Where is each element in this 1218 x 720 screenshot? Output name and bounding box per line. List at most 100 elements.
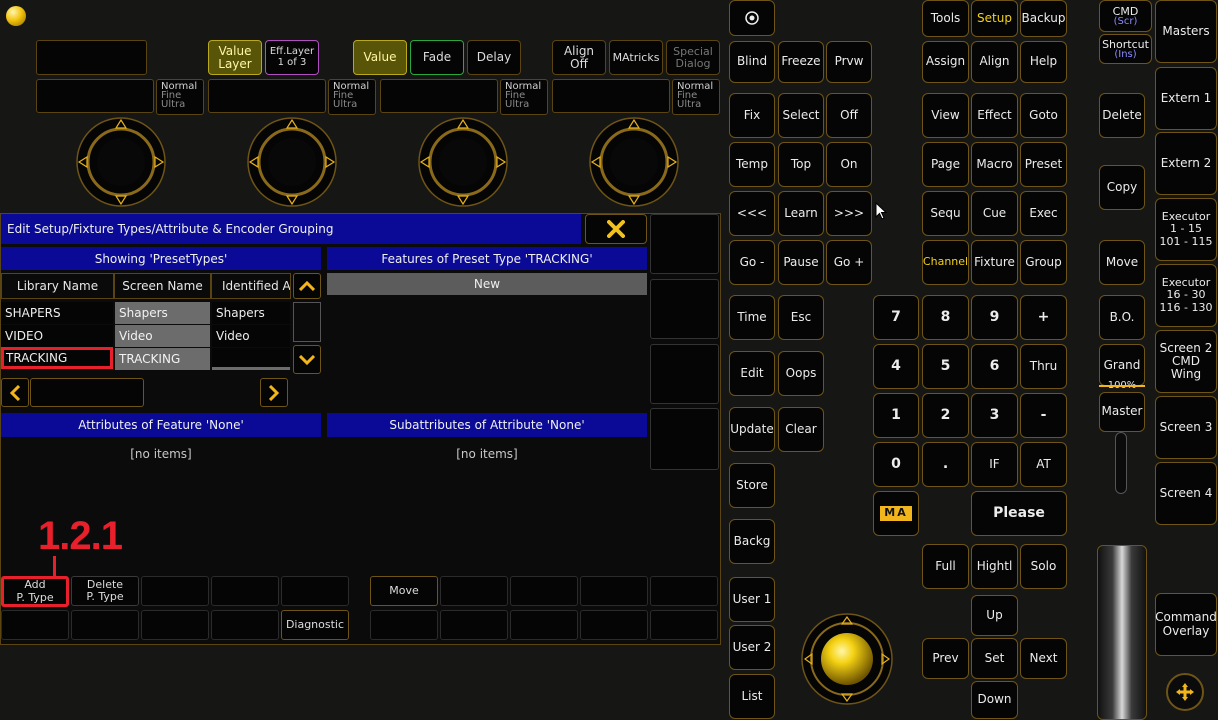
- full-key[interactable]: Full: [922, 544, 969, 589]
- table-cell[interactable]: Shapers: [212, 302, 290, 324]
- extern-2-key[interactable]: Extern 2: [1155, 132, 1217, 195]
- key-7[interactable]: 7: [873, 295, 919, 340]
- copy-key[interactable]: Copy: [1099, 165, 1145, 210]
- command-overlay-key[interactable]: Command Overlay: [1155, 593, 1217, 656]
- key-1[interactable]: 1: [873, 393, 919, 438]
- empty-button[interactable]: [71, 610, 139, 640]
- freeze-key[interactable]: Freeze: [778, 41, 824, 83]
- empty-button[interactable]: [440, 576, 508, 606]
- set-key[interactable]: Set: [971, 638, 1018, 679]
- key-dot[interactable]: .: [922, 442, 969, 487]
- screen-4-key[interactable]: Screen 4: [1155, 462, 1217, 525]
- encoder-1-resolution[interactable]: Normal Fine Ultra: [156, 79, 204, 115]
- setup-key[interactable]: Setup: [971, 0, 1018, 37]
- empty-button[interactable]: [580, 610, 648, 640]
- scroll-up-button[interactable]: [293, 273, 321, 299]
- user-2-key[interactable]: User 2: [729, 625, 775, 670]
- column-header-library-name[interactable]: Library Name: [1, 273, 114, 299]
- esc-key[interactable]: Esc: [778, 295, 824, 340]
- table-cell[interactable]: Shapers: [115, 302, 210, 324]
- matricks-button[interactable]: MAtricks: [609, 40, 663, 75]
- horizontal-scrollbar[interactable]: [30, 378, 144, 407]
- fix-key[interactable]: Fix: [729, 93, 775, 138]
- pause-key[interactable]: Pause: [778, 240, 824, 285]
- page-key[interactable]: Page: [922, 142, 969, 187]
- key-9[interactable]: 9: [971, 295, 1018, 340]
- go-minus-key[interactable]: Go -: [729, 240, 775, 285]
- tools-key[interactable]: Tools: [922, 0, 969, 37]
- screen-2-key[interactable]: Screen 2 CMD Wing: [1155, 330, 1217, 393]
- goto-key[interactable]: Goto: [1020, 93, 1067, 138]
- screen-3-key[interactable]: Screen 3: [1155, 396, 1217, 459]
- empty-button[interactable]: [211, 576, 279, 606]
- key-6[interactable]: 6: [971, 344, 1018, 389]
- top-key[interactable]: Top: [778, 142, 824, 187]
- effect-key[interactable]: Effect: [971, 93, 1018, 138]
- fade-button[interactable]: Fade: [410, 40, 464, 75]
- encoder-4-field[interactable]: [552, 79, 670, 113]
- temp-key[interactable]: Temp: [729, 142, 775, 187]
- key-4[interactable]: 4: [873, 344, 919, 389]
- update-key[interactable]: Update: [729, 407, 775, 452]
- move-handle[interactable]: [1166, 673, 1204, 711]
- ma-logo-key[interactable]: MA: [873, 491, 919, 536]
- table-cell[interactable]: Video: [115, 325, 210, 347]
- highlight-key[interactable]: Hightl: [971, 544, 1018, 589]
- thru-key[interactable]: Thru: [1020, 344, 1067, 389]
- empty-button[interactable]: [510, 576, 578, 606]
- effect-layer-button[interactable]: Eff.Layer 1 of 3: [265, 40, 319, 75]
- go-plus-key[interactable]: Go +: [826, 240, 872, 285]
- cmd-button[interactable]: CMD (Scr): [1099, 0, 1152, 32]
- prvw-key[interactable]: Prvw: [826, 41, 872, 83]
- side-panel-3[interactable]: [650, 344, 719, 404]
- store-key[interactable]: Store: [729, 463, 775, 508]
- new-feature-button[interactable]: New: [327, 273, 647, 295]
- encoder-page-field[interactable]: [36, 40, 147, 75]
- select-key[interactable]: Select: [778, 93, 824, 138]
- solo-key[interactable]: Solo: [1020, 544, 1067, 589]
- extern-1-key[interactable]: Extern 1: [1155, 67, 1217, 130]
- delete-key[interactable]: Delete: [1099, 93, 1145, 138]
- blackout-key[interactable]: B.O.: [1099, 295, 1145, 340]
- key-minus[interactable]: -: [1020, 393, 1067, 438]
- preset-key[interactable]: Preset: [1020, 142, 1067, 187]
- side-panel-4[interactable]: [650, 408, 719, 470]
- on-key[interactable]: On: [826, 142, 872, 187]
- trackball[interactable]: [801, 613, 893, 705]
- next-page-key[interactable]: >>>: [826, 191, 872, 236]
- list-key[interactable]: List: [729, 674, 775, 719]
- encoder-3-field[interactable]: [380, 79, 498, 113]
- delete-preset-type-button[interactable]: Delete P. Type: [71, 576, 139, 606]
- table-cell[interactable]: [212, 348, 290, 370]
- empty-button[interactable]: [211, 610, 279, 640]
- empty-button[interactable]: [510, 610, 578, 640]
- clear-key[interactable]: Clear: [778, 407, 824, 452]
- column-header-identified[interactable]: Identified A: [211, 273, 291, 299]
- value-button[interactable]: Value: [353, 40, 407, 75]
- encoder-4-resolution[interactable]: Normal Fine Ultra: [672, 79, 720, 115]
- encoder-knob-1[interactable]: [76, 117, 166, 207]
- blind-key[interactable]: Blind: [729, 41, 775, 83]
- sequ-key[interactable]: Sequ: [922, 191, 969, 236]
- grand-master-master-key[interactable]: Master: [1099, 392, 1145, 432]
- shortcut-button[interactable]: Shortcut (Ins): [1099, 34, 1152, 64]
- table-cell[interactable]: TRACKING: [115, 348, 210, 370]
- empty-button[interactable]: [1, 610, 69, 640]
- key-8[interactable]: 8: [922, 295, 969, 340]
- empty-button[interactable]: [580, 576, 648, 606]
- backg-key[interactable]: Backg: [729, 519, 775, 564]
- empty-button[interactable]: [281, 576, 349, 606]
- key-plus[interactable]: +: [1020, 295, 1067, 340]
- macro-key[interactable]: Macro: [971, 142, 1018, 187]
- table-cell[interactable]: Video: [212, 325, 290, 347]
- encoder-3-resolution[interactable]: Normal Fine Ultra: [500, 79, 548, 115]
- executor-16-30-key[interactable]: Executor 16 - 30 116 - 130: [1155, 264, 1217, 327]
- column-header-screen-name[interactable]: Screen Name: [114, 273, 211, 299]
- time-key[interactable]: Time: [729, 295, 775, 340]
- key-0[interactable]: 0: [873, 442, 919, 487]
- prev-key[interactable]: Prev: [922, 638, 969, 679]
- side-panel-2[interactable]: [650, 279, 719, 339]
- empty-button[interactable]: [370, 610, 438, 640]
- empty-button[interactable]: [141, 610, 209, 640]
- prev-page-key[interactable]: <<<: [729, 191, 775, 236]
